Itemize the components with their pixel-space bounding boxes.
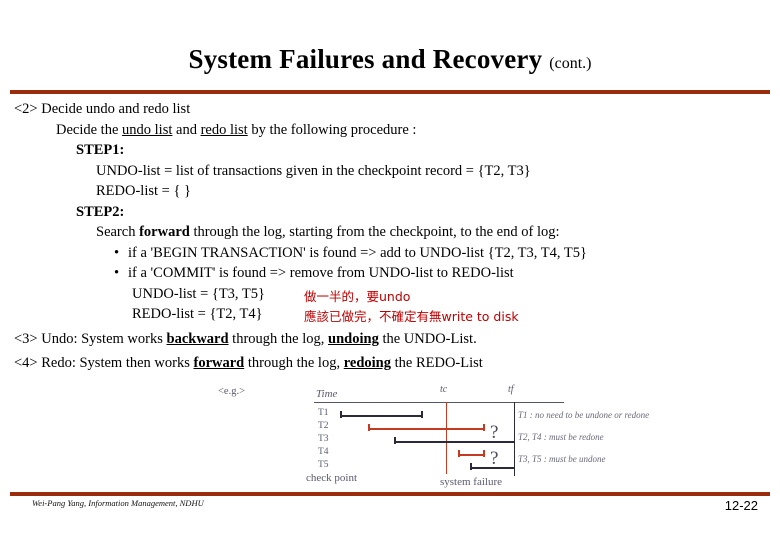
- text-decide-the: Decide the: [56, 121, 123, 138]
- line-redo-step: <4> Redo: System then works forward thro…: [14, 356, 766, 371]
- diagram-example-label: <e.g.>: [218, 386, 246, 397]
- diagram-tick-t3-start: [394, 437, 396, 444]
- diagram-row-label-t4: T4: [318, 447, 329, 457]
- text-backward: backward: [166, 330, 229, 347]
- divider-bottom: [10, 492, 770, 496]
- text-forward: forward: [139, 224, 190, 240]
- text-redo-list: redo list: [200, 121, 248, 138]
- annotation-undo-note: 做一半的，要undo: [304, 289, 411, 304]
- text-through-log-2: through the log,: [228, 330, 329, 347]
- diagram-tf-label: tf: [508, 384, 514, 395]
- diagram-checkpoint-label: check point: [306, 472, 358, 484]
- diagram-row-label-t3: T3: [318, 434, 329, 444]
- diagram-tc-label: tc: [440, 384, 448, 395]
- page-title: System Failures and Recovery (cont.): [0, 44, 780, 75]
- divider-top: [10, 90, 770, 94]
- diagram-row-label-t1: T1: [318, 408, 329, 418]
- diagram-tick-t1-start: [340, 411, 342, 418]
- text-by-procedure: by the following procedure :: [247, 121, 417, 138]
- diagram-question-mark-1: ?: [490, 422, 499, 443]
- text-undo-prefix: <3> Undo: System works: [14, 330, 167, 347]
- diagram-checkpoint-line: [446, 402, 447, 474]
- diagram-bar-t1: [340, 415, 422, 417]
- line-commit-rule: • if a 'COMMIT' is found => remove from U…: [14, 266, 766, 281]
- diagram-note-t1: T1 : no need to be undone or redone: [518, 410, 650, 420]
- diagram-failure-line: [514, 402, 515, 476]
- diagram-note-t2-t4: T2, T4 : must be redone: [518, 432, 604, 442]
- diagram-row-label-t5: T5: [318, 460, 329, 470]
- text-redo-prefix: <4> Redo: System then works: [14, 355, 194, 371]
- annotation-redo-note: 應該已做完，不確定有無write to disk: [304, 309, 519, 324]
- footer-credit: Wei-Pang Yang, Information Management, N…: [32, 498, 204, 508]
- line-undo-step: <3> Undo: System works backward through …: [14, 330, 766, 347]
- diagram-tick-t2-end: [483, 424, 485, 431]
- diagram-row-label-t2: T2: [318, 421, 329, 431]
- line-decide-lists: <2> Decide undo and redo list: [14, 101, 191, 117]
- diagram-time-label: Time: [316, 388, 338, 400]
- text-through-log: through the log, starting from the check…: [189, 224, 560, 240]
- line-redo-list-init: REDO-list = { }: [96, 183, 192, 199]
- diagram-tick-t4-end: [483, 450, 485, 457]
- diagram-note-t3-t5: T3, T5 : must be undone: [518, 454, 606, 464]
- text-search: Search: [96, 224, 140, 240]
- line-undo-list-init: UNDO-list = list of transactions given i…: [96, 162, 531, 179]
- bullet-icon: •: [114, 265, 120, 281]
- text-redoing: redoing: [343, 355, 391, 371]
- text-undo-list: undo list: [122, 121, 173, 138]
- line-search-forward: Search forward through the log, starting…: [14, 225, 766, 240]
- text-through-log-3: through the log,: [244, 355, 344, 371]
- text-undoing: undoing: [328, 330, 379, 347]
- line-decide-procedure: Decide the undo list and redo list by th…: [14, 121, 766, 138]
- bullet-icon: •: [114, 244, 120, 261]
- slide: System Failures and Recovery (cont.) <2> …: [0, 0, 780, 540]
- line-begin-transaction-rule: • if a 'BEGIN TRANSACTION' is found => ad…: [14, 244, 766, 261]
- line-step1-heading: STEP1:: [76, 142, 125, 158]
- diagram-question-mark-2: ?: [490, 448, 499, 469]
- diagram-tick-t1-end: [421, 411, 423, 418]
- text-redo-list-suffix: the REDO-List: [391, 355, 483, 371]
- slide-body: <2> Decide undo and redo list Decide the…: [14, 102, 766, 377]
- page-title-continued: (cont.): [549, 55, 592, 72]
- diagram-tick-t2-start: [368, 424, 370, 431]
- text-forward-2: forward: [193, 355, 245, 371]
- diagram-bar-t4: [458, 454, 484, 456]
- page-title-main: System Failures and Recovery: [188, 44, 543, 74]
- timeline-diagram: <e.g.> Time tc tf check point system fai…: [218, 384, 649, 488]
- diagram-bar-t2: [368, 428, 484, 430]
- diagram-system-failure-label: system failure: [440, 476, 503, 488]
- diagram-time-axis: [314, 402, 564, 403]
- line-step2-heading: STEP2:: [76, 203, 125, 220]
- text-commit-rule: if a 'COMMIT' is found => remove from UN…: [128, 265, 514, 281]
- page-number: 12-22: [724, 498, 758, 513]
- diagram-tick-t4-start: [458, 450, 460, 457]
- diagram-tick-t5-start: [470, 463, 472, 470]
- text-and: and: [172, 121, 201, 138]
- text-begin-transaction-rule: if a 'BEGIN TRANSACTION' is found => add…: [128, 244, 587, 261]
- text-undo-list-suffix: the UNDO-List.: [378, 330, 477, 347]
